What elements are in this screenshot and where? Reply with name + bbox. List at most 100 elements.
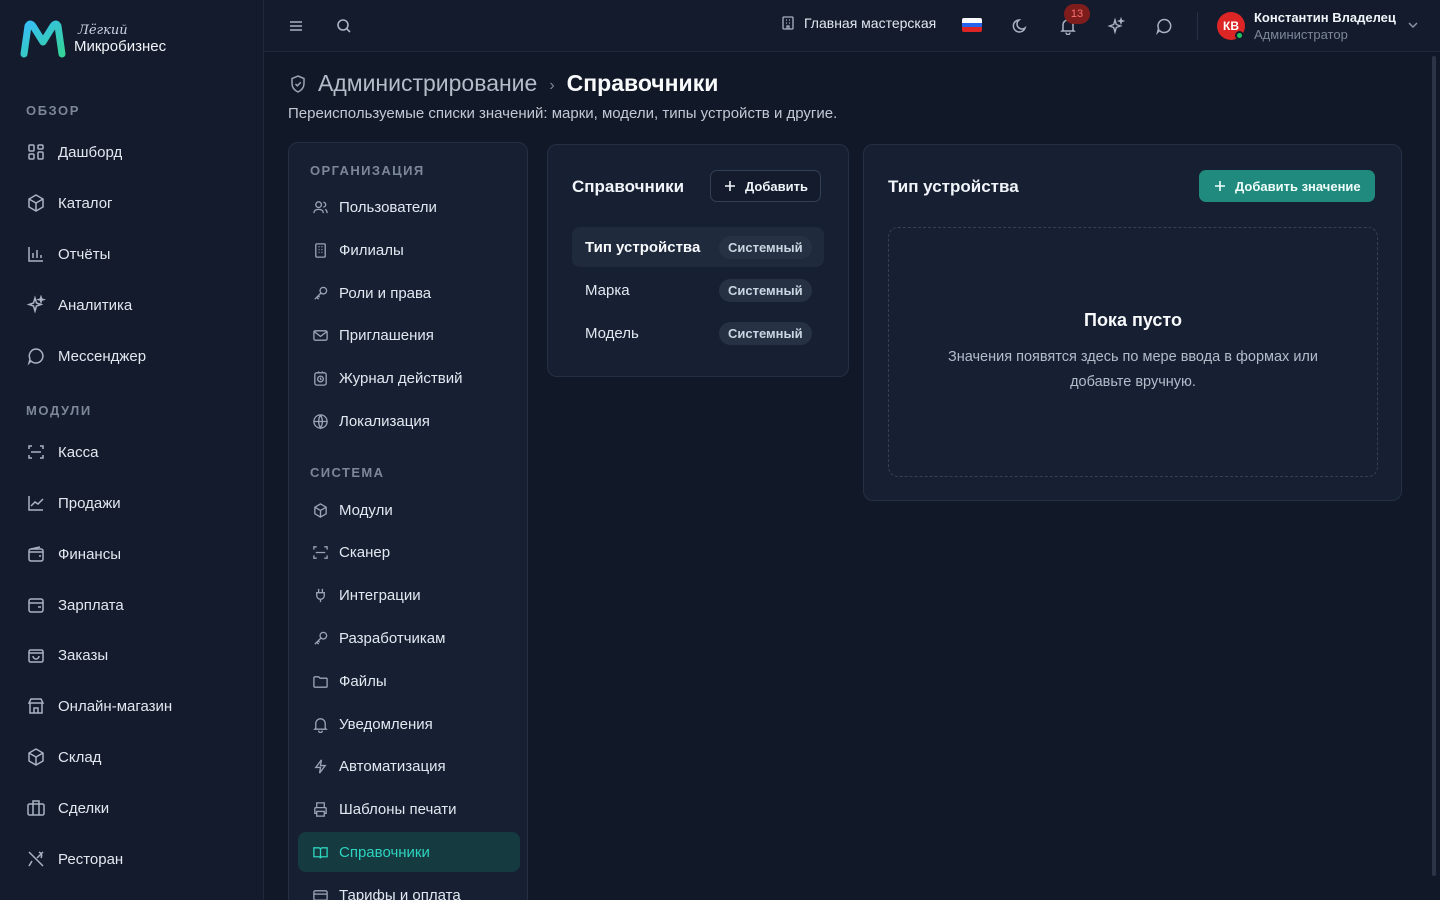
sparkles-icon — [26, 295, 46, 314]
admin-nav-branches[interactable]: Филиалы — [298, 230, 520, 270]
sidebar-item-deals[interactable]: Сделки — [26, 796, 246, 820]
sidebar-item-finance[interactable]: Финансы — [26, 542, 246, 566]
admin-nav-section-system: СИСТЕМА — [310, 465, 385, 480]
sidebar-item-catalog[interactable]: Каталог — [26, 191, 246, 215]
chevron-down-icon[interactable] — [1406, 18, 1420, 32]
sidebar-item-warehouse[interactable]: Склад — [26, 745, 246, 769]
add-value-label: Добавить значение — [1235, 178, 1361, 194]
sparkles-icon — [1107, 17, 1125, 35]
empty-state-text: Значения появятся здесь по мере ввода в … — [947, 348, 1318, 390]
sidebar-item-restaurant[interactable]: Ресторан — [26, 847, 246, 871]
sidebar-item-label: Каталог — [58, 194, 113, 212]
search-icon — [337, 19, 351, 33]
sidebar: Лёгкий Микробизнес ОБЗОР Дашборд Каталог… — [0, 0, 264, 900]
admin-nav-section-organization: ОРГАНИЗАЦИЯ — [310, 163, 425, 178]
wallet-icon — [28, 546, 44, 562]
plus-icon — [1215, 181, 1225, 191]
scan-icon — [28, 445, 44, 459]
directories-card: Справочники Добавить Тип устройства Сист… — [547, 144, 849, 377]
sidebar-item-analytics[interactable]: Аналитика — [26, 293, 246, 317]
sidebar-item-dashboard[interactable]: Дашборд — [26, 140, 246, 164]
menu-toggle-button[interactable] — [284, 14, 308, 38]
directory-row-brand[interactable]: Марка Системный — [572, 270, 824, 310]
folder-icon — [313, 675, 328, 688]
chat-button[interactable] — [1152, 14, 1176, 38]
sidebar-item-label: Мессенджер — [58, 347, 147, 365]
reports-icon — [28, 247, 43, 262]
catalog-icon — [28, 194, 44, 212]
admin-nav-print-templates[interactable]: Шаблоны печати — [298, 789, 520, 829]
admin-nav-notifications[interactable]: Уведомления — [298, 704, 520, 744]
breadcrumb-parent-link[interactable]: Администрирование — [318, 70, 537, 97]
directory-name: Марка — [585, 281, 630, 299]
sidebar-item-payroll[interactable]: Зарплата — [26, 593, 246, 617]
admin-nav-modules[interactable]: Модули — [298, 490, 520, 530]
sidebar-item-reports[interactable]: Отчёты — [26, 242, 246, 266]
ai-assistant-button[interactable] — [1104, 14, 1128, 38]
admin-nav-label: Роли и права — [339, 284, 432, 302]
cube-icon — [314, 502, 327, 518]
admin-nav-integrations[interactable]: Интеграции — [298, 575, 520, 615]
admin-nav-label: Тарифы и оплата — [339, 886, 461, 900]
admin-nav-roles[interactable]: Роли и права — [298, 273, 520, 313]
sidebar-section-modules: МОДУЛИ — [26, 403, 92, 418]
sidebar-item-label: Склад — [58, 748, 102, 766]
brand-logo-icon — [20, 20, 66, 58]
admin-nav-scanner[interactable]: Сканер — [298, 532, 520, 572]
workspace-switcher[interactable]: Главная мастерская — [780, 15, 936, 31]
user-name[interactable]: Константин Владелец — [1254, 10, 1396, 25]
admin-nav-label: Автоматизация — [339, 757, 446, 775]
admin-nav-invitations[interactable]: Приглашения — [298, 315, 520, 355]
topbar-divider — [1197, 12, 1198, 40]
sidebar-item-messenger[interactable]: Мессенджер — [26, 344, 246, 368]
workspace-name: Главная мастерская — [804, 15, 937, 31]
sidebar-item-cashdesk[interactable]: Касса — [26, 440, 246, 464]
admin-nav-label: Разработчикам — [339, 629, 446, 647]
book-icon — [313, 846, 328, 858]
page-scrollbar[interactable] — [1432, 56, 1436, 876]
admin-nav-automation[interactable]: Автоматизация — [298, 746, 520, 786]
sidebar-item-online-store[interactable]: Онлайн-магазин — [26, 694, 246, 718]
admin-nav-label: Журнал действий — [339, 369, 463, 387]
mail-icon — [313, 329, 328, 341]
wallet-icon — [28, 598, 44, 613]
key-icon — [314, 286, 328, 300]
sidebar-item-sales[interactable]: Продажи — [26, 491, 246, 515]
sidebar-item-label: Продажи — [58, 494, 121, 512]
plug-icon — [316, 588, 325, 602]
admin-nav-panel: ОРГАНИЗАЦИЯ Пользователи Филиалы Роли и … — [288, 142, 528, 900]
admin-nav-billing[interactable]: Тарифы и оплата — [298, 875, 520, 900]
globe-icon — [313, 413, 328, 429]
system-badge: Системный — [719, 235, 812, 259]
sidebar-item-orders[interactable]: Заказы — [26, 643, 246, 667]
plus-icon — [725, 181, 735, 191]
add-directory-button[interactable]: Добавить — [710, 170, 821, 202]
sidebar-item-label: Аналитика — [58, 296, 133, 314]
add-value-button[interactable]: Добавить значение — [1199, 170, 1375, 202]
admin-nav-files[interactable]: Файлы — [298, 661, 520, 701]
admin-nav-label: Филиалы — [339, 241, 404, 259]
admin-nav-label: Интеграции — [339, 586, 421, 604]
dashboard-icon — [28, 144, 44, 160]
empty-state-title: Пока пусто — [1084, 309, 1182, 330]
shield-icon — [291, 74, 305, 93]
admin-nav-label: Файлы — [339, 672, 387, 690]
store-icon — [27, 698, 45, 714]
language-flag-button[interactable] — [962, 18, 982, 32]
admin-nav-developers[interactable]: Разработчикам — [298, 618, 520, 658]
trend-icon — [28, 496, 44, 511]
box-icon — [28, 748, 44, 766]
directory-row-model[interactable]: Модель Системный — [572, 313, 824, 353]
theme-toggle-button[interactable] — [1008, 14, 1032, 38]
brand-logo-link[interactable]: Лёгкий Микробизнес — [20, 20, 166, 58]
sidebar-item-label: Отчёты — [58, 245, 111, 263]
search-button[interactable] — [332, 14, 356, 38]
admin-nav-audit-log[interactable]: Журнал действий — [298, 358, 520, 398]
system-badge: Системный — [719, 278, 812, 302]
sidebar-item-label: Ресторан — [58, 850, 124, 868]
admin-nav-directories[interactable]: Справочники — [298, 832, 520, 872]
directory-row-device-type[interactable]: Тип устройства Системный — [572, 227, 824, 267]
page-subtitle: Переиспользуемые списки значений: марки,… — [288, 105, 838, 122]
admin-nav-users[interactable]: Пользователи — [298, 187, 520, 227]
admin-nav-localization[interactable]: Локализация — [298, 401, 520, 441]
